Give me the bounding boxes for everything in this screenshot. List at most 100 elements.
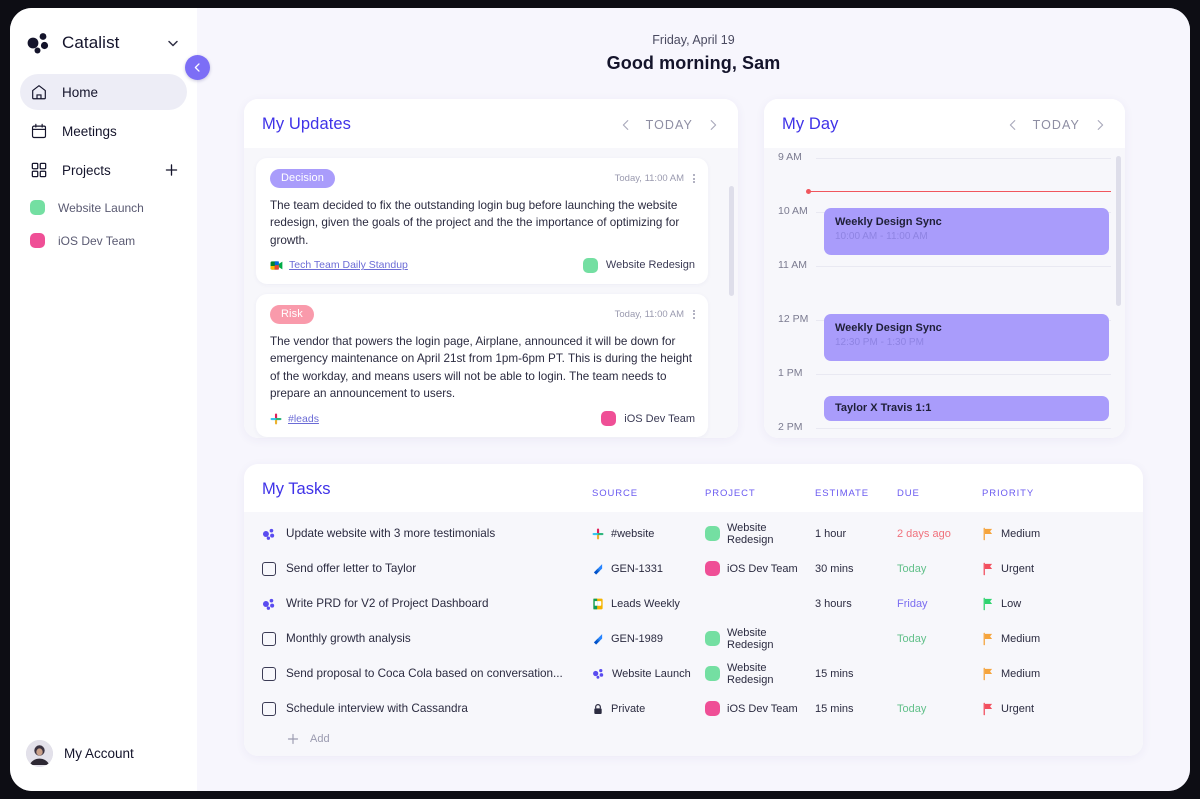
table-row[interactable]: Schedule interview with Cassandra Privat… xyxy=(244,691,1143,726)
sidebar-project-website-launch[interactable]: Website Launch xyxy=(20,191,187,224)
task-checkbox[interactable] xyxy=(262,562,286,576)
task-checkbox[interactable] xyxy=(262,702,286,716)
table-row[interactable]: Monthly growth analysis GEN-1989 xyxy=(244,621,1143,656)
update-item[interactable]: Risk Today, 11:00 AM The vendor that pow… xyxy=(256,294,708,437)
kebab-menu-icon[interactable] xyxy=(693,174,695,183)
my-tasks-title: My Tasks xyxy=(262,480,592,499)
task-project[interactable]: Website Redesign xyxy=(705,522,815,546)
event-time: 12:30 PM - 1:30 PM xyxy=(835,337,1098,348)
task-priority-label: Urgent xyxy=(1001,703,1034,715)
chevron-left-icon[interactable] xyxy=(1006,118,1020,132)
task-priority[interactable]: Medium xyxy=(982,667,1077,681)
task-priority[interactable]: Medium xyxy=(982,632,1077,646)
event-title: Weekly Design Sync xyxy=(835,322,1098,334)
status-badge: Decision xyxy=(270,169,335,188)
event-title: Taylor X Travis 1:1 xyxy=(835,402,1098,414)
my-updates-pager-label[interactable]: TODAY xyxy=(646,118,693,132)
sidebar-item-projects[interactable]: Projects xyxy=(20,152,187,188)
lock-icon xyxy=(592,703,604,715)
plus-icon xyxy=(286,732,300,746)
chevron-down-icon[interactable] xyxy=(166,36,183,50)
task-project[interactable]: Website Redesign xyxy=(705,627,815,651)
table-row[interactable]: Write PRD for V2 of Project Dashboard Le… xyxy=(244,586,1143,621)
update-source-link[interactable]: Tech Team Daily Standup xyxy=(270,259,408,271)
task-priority[interactable]: Low xyxy=(982,597,1077,611)
update-item-header: Risk Today, 11:00 AM xyxy=(270,305,695,324)
task-project-label: Website Redesign xyxy=(727,627,815,651)
brand[interactable]: Catalist xyxy=(10,8,197,70)
update-project[interactable]: iOS Dev Team xyxy=(601,411,695,426)
my-day-pager-label[interactable]: TODAY xyxy=(1033,118,1080,132)
task-project[interactable]: iOS Dev Team xyxy=(705,701,815,716)
my-day-card: My Day TODAY 9 AM xyxy=(764,99,1125,438)
task-project[interactable]: Website Redesign xyxy=(705,662,815,686)
kebab-menu-icon[interactable] xyxy=(693,310,695,319)
chevron-left-icon[interactable] xyxy=(619,118,633,132)
task-name: Update website with 3 more testimonials xyxy=(286,527,592,540)
update-source-link[interactable]: #leads xyxy=(270,413,319,425)
hour-divider xyxy=(816,374,1111,375)
event-time: 10:00 AM - 11:00 AM xyxy=(835,231,1098,242)
hour-divider xyxy=(816,158,1111,159)
task-source[interactable]: GEN-1989 xyxy=(592,633,705,645)
task-priority-label: Low xyxy=(1001,598,1021,610)
my-tasks-rows: Update website with 3 more testimonials … xyxy=(244,512,1143,756)
add-project-button[interactable] xyxy=(164,163,179,178)
catalist-icon[interactable] xyxy=(262,597,286,611)
chevron-right-icon[interactable] xyxy=(1093,118,1107,132)
task-priority[interactable]: Medium xyxy=(982,527,1077,541)
my-account-button[interactable]: My Account xyxy=(10,740,197,791)
project-color-dot xyxy=(705,561,720,576)
my-updates-pager: TODAY xyxy=(619,118,720,132)
collapse-sidebar-button[interactable] xyxy=(185,55,210,80)
task-source[interactable]: GEN-1331 xyxy=(592,563,705,575)
task-project-label: iOS Dev Team xyxy=(727,703,798,715)
calendar-event[interactable]: Weekly Design Sync 10:00 AM - 11:00 AM xyxy=(824,208,1109,255)
task-estimate: 15 mins xyxy=(815,703,897,715)
updates-scrollbar[interactable] xyxy=(729,186,734,296)
task-priority-label: Urgent xyxy=(1001,563,1034,575)
calendar-event[interactable]: Taylor X Travis 1:1 xyxy=(824,396,1109,421)
sidebar-item-home[interactable]: Home xyxy=(20,74,187,110)
google-meet-icon xyxy=(270,260,283,271)
table-row[interactable]: Update website with 3 more testimonials … xyxy=(244,516,1143,551)
hour-label: 9 AM xyxy=(778,151,802,163)
calendar-scrollbar[interactable] xyxy=(1116,156,1121,306)
task-source[interactable]: Leads Weekly xyxy=(592,598,705,610)
task-checkbox[interactable] xyxy=(262,632,286,646)
sidebar-project-label: Website Launch xyxy=(58,201,144,215)
update-source-label: Tech Team Daily Standup xyxy=(289,259,408,271)
task-estimate: 15 mins xyxy=(815,668,897,680)
add-task-button[interactable]: Add xyxy=(244,726,1143,746)
update-project[interactable]: Website Redesign xyxy=(583,258,695,273)
catalist-icon[interactable] xyxy=(262,527,286,541)
task-priority[interactable]: Urgent xyxy=(982,702,1077,716)
table-row[interactable]: Send offer letter to Taylor GEN-1331 xyxy=(244,551,1143,586)
hour-label: 1 PM xyxy=(778,367,803,379)
hour-divider xyxy=(816,266,1111,267)
task-source[interactable]: Website Launch xyxy=(592,667,705,680)
task-source-label: Website Launch xyxy=(612,668,691,680)
app-root: Catalist Home Meetings xyxy=(0,0,1200,799)
task-priority[interactable]: Urgent xyxy=(982,562,1077,576)
update-item[interactable]: Decision Today, 11:00 AM The team decide… xyxy=(256,158,708,284)
task-project[interactable]: iOS Dev Team xyxy=(705,561,815,576)
chevron-right-icon[interactable] xyxy=(706,118,720,132)
my-tasks-header: My Tasks SOURCE PROJECT ESTIMATE DUE PRI… xyxy=(244,464,1143,512)
hour-row: 2 PM xyxy=(764,428,1125,438)
my-day-calendar[interactable]: 9 AM 10 AM 11 AM 12 PM xyxy=(764,148,1125,438)
table-row[interactable]: Send proposal to Coca Cola based on conv… xyxy=(244,656,1143,691)
current-date: Friday, April 19 xyxy=(244,33,1143,47)
my-updates-card: My Updates TODAY Decision xyxy=(244,99,738,438)
task-source[interactable]: Private xyxy=(592,703,705,715)
task-estimate: 1 hour xyxy=(815,528,897,540)
task-checkbox[interactable] xyxy=(262,667,286,681)
sidebar-item-meetings[interactable]: Meetings xyxy=(20,113,187,149)
sidebar-project-ios-dev-team[interactable]: iOS Dev Team xyxy=(20,224,187,257)
update-text: The vendor that powers the login page, A… xyxy=(270,333,695,402)
calendar-event[interactable]: Weekly Design Sync 12:30 PM - 1:30 PM xyxy=(824,314,1109,361)
task-source[interactable]: #website xyxy=(592,528,705,540)
task-due: Today xyxy=(897,633,982,645)
task-name: Monthly growth analysis xyxy=(286,632,592,645)
my-updates-list[interactable]: Decision Today, 11:00 AM The team decide… xyxy=(244,148,738,438)
